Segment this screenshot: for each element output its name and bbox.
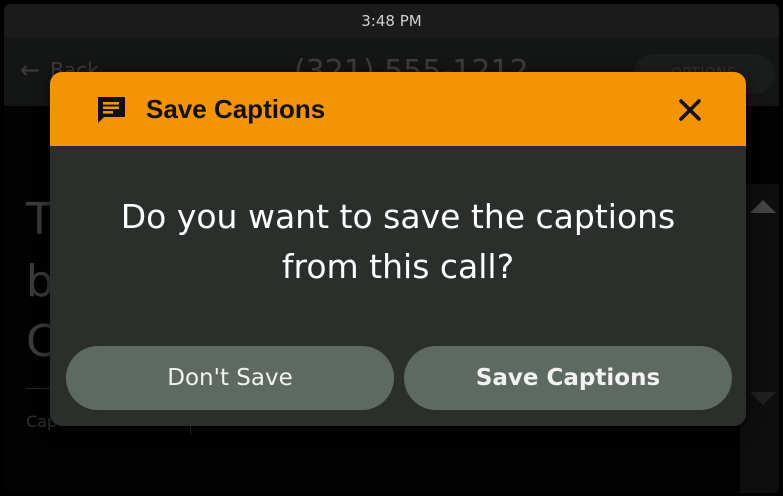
dont-save-button[interactable]: Don't Save xyxy=(66,346,394,410)
close-icon[interactable] xyxy=(672,92,708,128)
save-captions-button[interactable]: Save Captions xyxy=(404,346,732,410)
dialog-title: Save Captions xyxy=(146,94,326,124)
dialog-message: Do you want to save the captions from th… xyxy=(120,197,676,286)
status-bar: 3:48 PM xyxy=(4,4,779,38)
device-screen: 3:48 PM ← Back (321) 555-1212 OPTIONS T … xyxy=(4,4,779,493)
save-captions-dialog: Save Captions Do you want to save the ca… xyxy=(50,72,746,426)
dialog-header: Save Captions xyxy=(50,72,746,146)
message-icon xyxy=(98,97,125,123)
status-time: 3:48 PM xyxy=(361,12,422,30)
